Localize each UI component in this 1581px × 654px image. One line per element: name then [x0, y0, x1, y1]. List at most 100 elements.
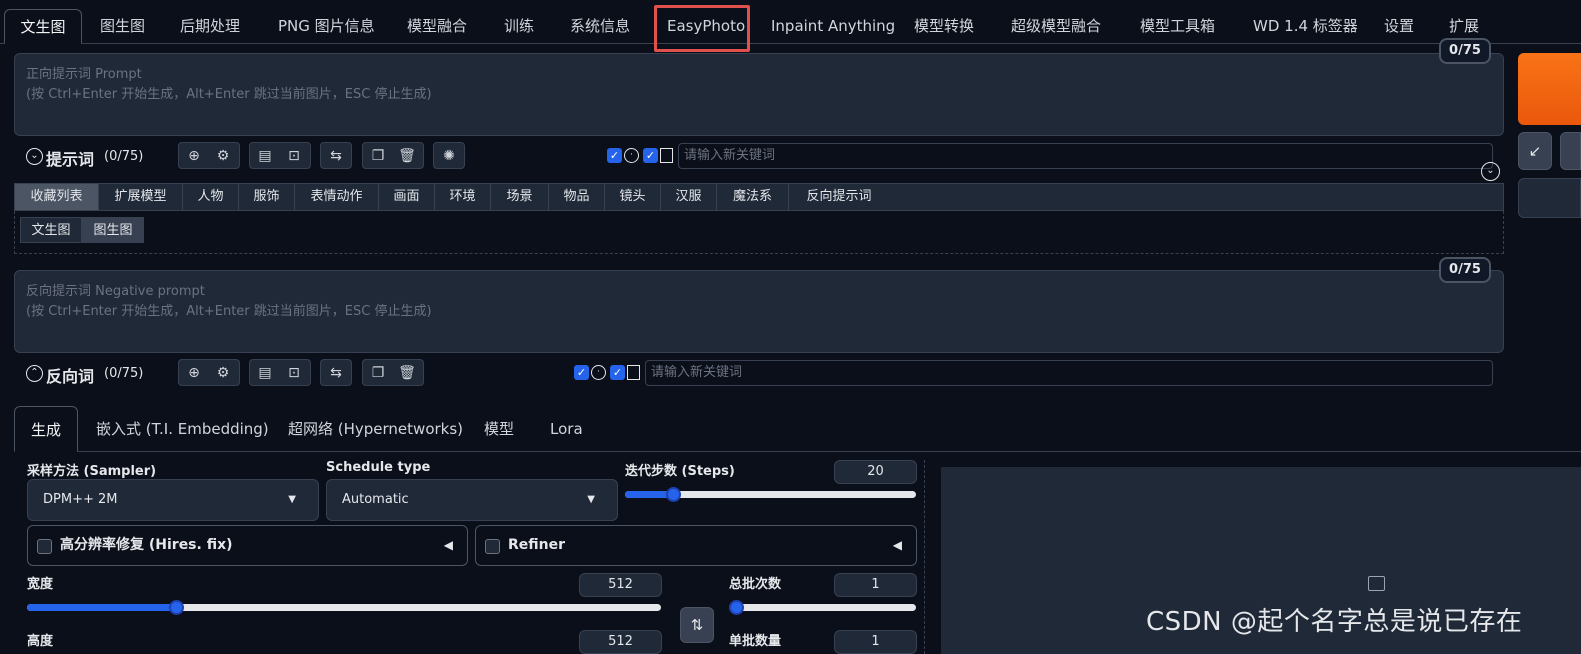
tab-txt2img[interactable]: 文生图 [4, 9, 82, 44]
negative-prompt-textarea[interactable]: 反向提示词 Negative prompt (按 Ctrl+Enter 开始生成… [14, 270, 1504, 353]
category-picture[interactable]: 画面 [379, 184, 435, 210]
height-input[interactable]: 512 [579, 630, 662, 654]
category-scene[interactable]: 场景 [491, 184, 549, 210]
translate-ab-icon[interactable]: ⇆ [324, 145, 348, 167]
expand-chevron-icon[interactable]: ⌄ [1481, 162, 1500, 181]
tab-checkpoint-merger[interactable]: 模型融合 [407, 9, 467, 44]
batch-count-slider[interactable] [729, 600, 916, 615]
steps-slider[interactable] [625, 487, 916, 502]
refiner-label: Refiner [508, 537, 566, 553]
category-clothing[interactable]: 服饰 [239, 184, 295, 210]
category-negative[interactable]: 反向提示词 [789, 184, 889, 210]
steps-slider-thumb[interactable] [666, 487, 682, 502]
prompt-tools-group-4: ❐ 🗑 [362, 142, 424, 169]
tab-settings[interactable]: 设置 [1384, 9, 1414, 44]
width-input[interactable]: 512 [579, 573, 662, 597]
hires-fix-accordion[interactable]: 高分辨率修复 (Hires. fix) ◀ [27, 525, 468, 566]
openai-icon[interactable]: ✺ [437, 145, 461, 167]
copy-icon[interactable]: ❐ [366, 145, 390, 167]
bookmark-icon[interactable]: ⊡ [282, 145, 306, 167]
styles-dropdown[interactable] [1518, 178, 1581, 218]
subtab-txt2img[interactable]: 文生图 [20, 217, 82, 243]
category-items[interactable]: 物品 [549, 184, 605, 210]
category-lens[interactable]: 镜头 [605, 184, 661, 210]
caret-down-icon: ▼ [587, 494, 595, 505]
category-expression-action[interactable]: 表情动作 [295, 184, 379, 210]
tab-inpaint-anything[interactable]: Inpaint Anything [771, 9, 895, 44]
trash-button[interactable] [1560, 132, 1581, 170]
category-favorites[interactable]: 收藏列表 [15, 184, 99, 210]
negative-auto-translate-checkbox[interactable]: ✓ [574, 365, 589, 380]
tab-checkpoints[interactable]: 模型 [484, 406, 514, 452]
negative-keyword-input[interactable]: 请输入新关键词 [645, 360, 1493, 386]
prompt-placeholder-line2: (按 Ctrl+Enter 开始生成，Alt+Enter 跳过当前图片，ESC … [26, 87, 432, 102]
swap-dimensions-button[interactable]: ⇅ [680, 607, 714, 643]
tab-lora[interactable]: Lora [550, 406, 583, 452]
tab-wd14-tagger[interactable]: WD 1.4 标签器 [1253, 9, 1358, 44]
schedule-type-dropdown[interactable]: Automatic ▼ [326, 479, 618, 521]
tab-model-converter[interactable]: 模型转换 [914, 9, 974, 44]
category-panel: 文生图 图生图 [14, 211, 1504, 254]
refiner-checkbox[interactable] [485, 539, 500, 554]
bookmark-icon[interactable]: ⊡ [282, 362, 306, 384]
height-label: 高度 [27, 634, 54, 649]
width-slider-thumb[interactable] [169, 600, 185, 615]
tab-system-info[interactable]: 系统信息 [570, 9, 630, 44]
batch-count-label: 总批次数 [729, 577, 782, 592]
copy-icon[interactable]: ❐ [366, 362, 390, 384]
width-slider[interactable] [27, 600, 661, 615]
prompt-label: 提示词 [46, 150, 95, 169]
tab-model-toolkit[interactable]: 模型工具箱 [1140, 9, 1215, 44]
prompt-tools-group-3: ⇆ [320, 142, 352, 169]
translate-ab-icon[interactable]: ⇆ [324, 362, 348, 384]
hires-fix-checkbox[interactable] [37, 539, 52, 554]
column-divider [924, 460, 925, 654]
steps-input[interactable]: 20 [834, 460, 917, 484]
subtab-img2img[interactable]: 图生图 [82, 217, 144, 243]
sampler-dropdown[interactable]: DPM++ 2M ▼ [27, 479, 319, 521]
tab-img2img[interactable]: 图生图 [100, 9, 145, 44]
trash-icon[interactable]: 🗑 [395, 362, 419, 384]
category-people[interactable]: 人物 [183, 184, 239, 210]
category-extension-models[interactable]: 扩展模型 [99, 184, 183, 210]
prompt-keyword-input[interactable]: 请输入新关键词 [678, 143, 1493, 169]
negative-keyword-checkbox[interactable]: ✓ [610, 365, 625, 380]
clock-icon: · [591, 365, 606, 380]
schedule-type-label: Schedule type [326, 460, 431, 475]
prompt-textarea[interactable]: 正向提示词 Prompt (按 Ctrl+Enter 开始生成，Alt+Ente… [14, 53, 1504, 136]
collapse-chevron-icon[interactable]: ⌄ [26, 148, 43, 165]
trash-icon[interactable]: 🗑 [395, 145, 419, 167]
batch-size-input[interactable]: 1 [834, 630, 917, 654]
tab-hypernetworks[interactable]: 超网络 (Hypernetworks) [288, 406, 463, 452]
history-icon[interactable]: ▤ [253, 362, 277, 384]
tab-png-info[interactable]: PNG 图片信息 [278, 9, 375, 44]
tab-extras[interactable]: 后期处理 [180, 9, 240, 44]
category-magic[interactable]: 魔法系 [717, 184, 789, 210]
keyword-checkbox[interactable]: ✓ [643, 148, 658, 163]
prompt-placeholder-line1: 正向提示词 Prompt [26, 67, 142, 82]
generate-button[interactable] [1518, 53, 1581, 125]
batch-count-input[interactable]: 1 [834, 573, 917, 597]
tab-generation[interactable]: 生成 [14, 406, 78, 452]
collapse-triangle-icon[interactable]: ◀ [893, 526, 902, 565]
read-params-button[interactable]: ↙ [1518, 132, 1552, 170]
prompt-token-counter: 0/75 [1439, 38, 1491, 64]
category-environment[interactable]: 环境 [435, 184, 491, 210]
auto-translate-checkbox[interactable]: ✓ [607, 148, 622, 163]
history-icon[interactable]: ▤ [253, 145, 277, 167]
negative-tools-group-3: ⇆ [320, 359, 352, 386]
prompt-tools-group-2: ▤ ⊡ [249, 142, 311, 169]
expand-chevron-up-icon[interactable]: ⌃ [26, 365, 43, 382]
tab-textual-inversion[interactable]: 嵌入式 (T.I. Embedding) [96, 406, 269, 452]
tab-train[interactable]: 训练 [504, 9, 534, 44]
negative-placeholder-line2: (按 Ctrl+Enter 开始生成，Alt+Enter 跳过当前图片，ESC … [26, 304, 432, 319]
refiner-accordion[interactable]: Refiner ◀ [475, 525, 917, 566]
gear-icon[interactable]: ⚙ [211, 145, 235, 167]
gear-icon[interactable]: ⚙ [211, 362, 235, 384]
translate-globe-icon[interactable]: ⊕ [182, 362, 206, 384]
batch-count-slider-thumb[interactable] [729, 600, 744, 615]
collapse-triangle-icon[interactable]: ◀ [444, 526, 453, 565]
translate-globe-icon[interactable]: ⊕ [182, 145, 206, 167]
category-hanfu[interactable]: 汉服 [661, 184, 717, 210]
tab-super-merger[interactable]: 超级模型融合 [1011, 9, 1101, 44]
